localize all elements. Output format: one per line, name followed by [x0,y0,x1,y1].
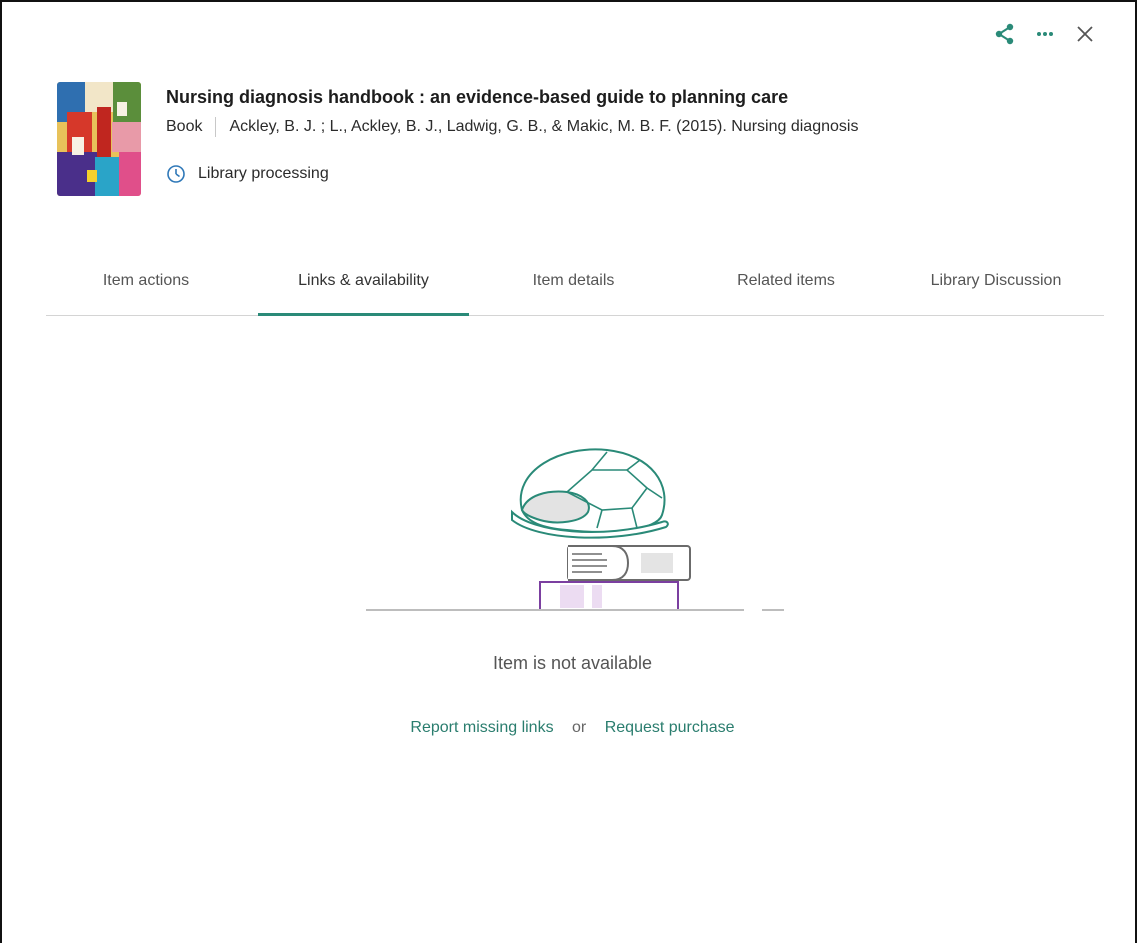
report-missing-links-link[interactable]: Report missing links [410,719,553,736]
tab-item-actions[interactable]: Item actions [71,250,221,314]
more-icon[interactable] [1033,22,1057,46]
book-cover-thumbnail[interactable] [57,82,141,196]
record-type: Book [166,118,203,135]
tab-library-discussion[interactable]: Library Discussion [901,250,1091,314]
record-title[interactable]: Nursing diagnosis handbook : an evidence… [166,86,858,108]
clock-icon [166,164,186,184]
empty-state-message: Item is not available [492,653,653,673]
panel-actions [993,22,1097,46]
record-meta: Book Ackley, B. J. ; L., Ackley, B. J., … [166,117,858,137]
record-tabs: Item actions Links & availability Item d… [46,250,1104,316]
tab-links-availability[interactable]: Links & availability [258,250,469,316]
or-separator: or [572,719,587,736]
availability-status: Library processing [166,164,858,184]
status-label: Library processing [198,165,329,182]
tab-item-details[interactable]: Item details [501,250,646,314]
record-summary: Nursing diagnosis handbook : an evidence… [57,82,858,196]
empty-state-actions: Report missing links or Request purchase [2,719,1141,737]
turtle-on-books-illustration [362,440,792,620]
full-record-panel: Nursing diagnosis handbook : an evidence… [0,0,1137,943]
close-icon[interactable] [1073,22,1097,46]
meta-divider [215,117,217,137]
tab-related-items[interactable]: Related items [706,250,866,314]
share-icon[interactable] [993,22,1017,46]
record-info: Nursing diagnosis handbook : an evidence… [166,82,858,196]
request-purchase-link[interactable]: Request purchase [605,719,735,736]
record-citation: Ackley, B. J. ; L., Ackley, B. J., Ladwi… [229,118,859,135]
